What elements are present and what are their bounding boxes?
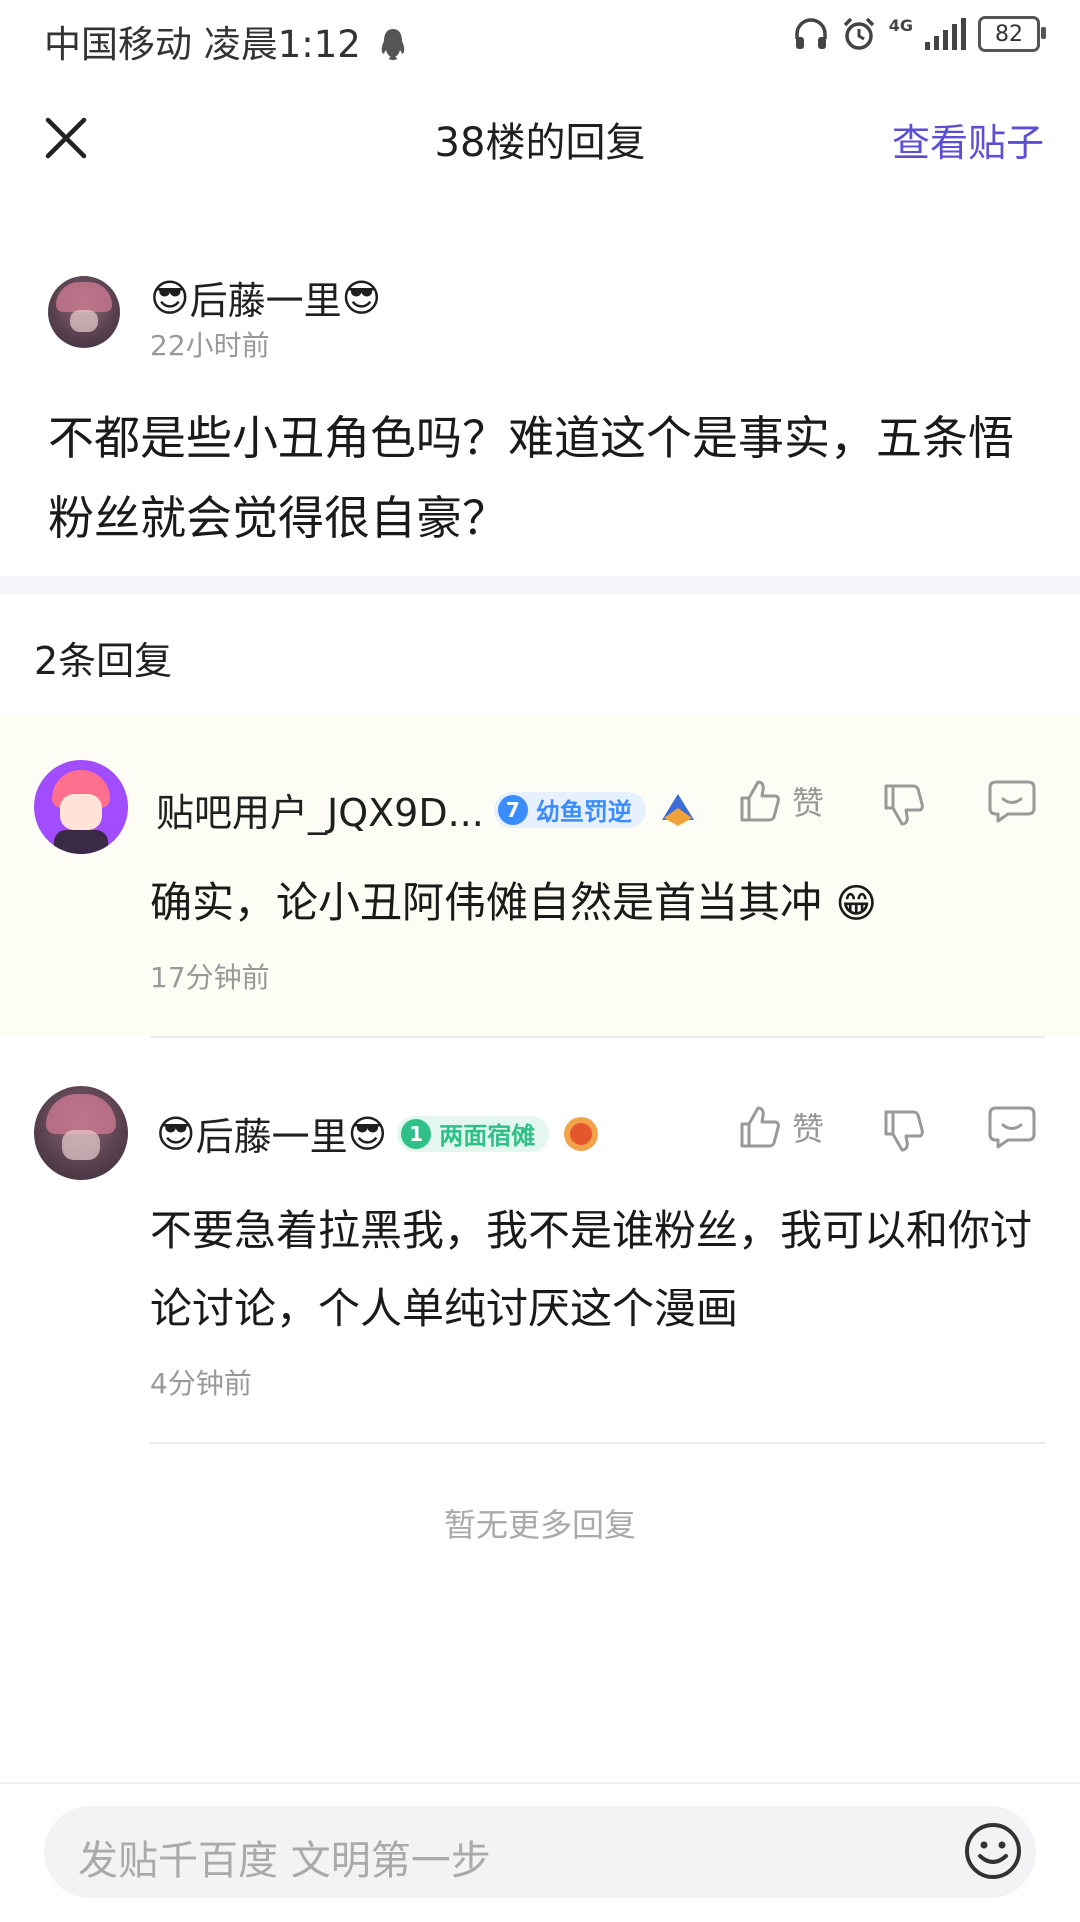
battery-icon: 82 xyxy=(978,16,1046,52)
post-author[interactable]: 😎 后藤一里 😎 xyxy=(150,270,381,325)
post-body: 不都是些小丑角色吗？难道这个是事实，五条悟粉丝就会觉得很自豪？ xyxy=(48,411,1014,545)
reply-author[interactable]: 😎 后藤一里 😎 1 两面宿傩 xyxy=(156,1106,601,1161)
like-button[interactable]: 赞 xyxy=(736,778,824,824)
reply-separator xyxy=(150,1442,1046,1444)
status-icons: 4G 82 xyxy=(793,16,1046,52)
emoji-icon[interactable] xyxy=(964,1822,1022,1880)
signal-icon xyxy=(925,18,966,50)
reply-count: 2条回复 xyxy=(34,639,173,683)
reply-time: 4分钟前 xyxy=(150,1367,252,1400)
avatar[interactable] xyxy=(48,276,120,348)
comment-icon[interactable] xyxy=(988,778,1036,824)
carrier-time: 中国移动 凌晨1:12 xyxy=(44,14,407,68)
level-badge[interactable]: 7 幼鱼罚逆 xyxy=(493,791,646,828)
headphones-icon xyxy=(794,18,827,49)
post-time: 22小时前 xyxy=(150,329,270,362)
level-number: 7 xyxy=(497,794,528,825)
like-button[interactable]: 赞 xyxy=(736,1104,824,1150)
sunglasses-emoji-icon: 😎 xyxy=(341,275,382,320)
rank-icon xyxy=(564,1116,599,1151)
reply-input-placeholder: 发贴千百度 文明第一步 xyxy=(78,1838,491,1884)
reply-separator xyxy=(150,1036,1046,1038)
network-type: 4G xyxy=(888,16,913,35)
badge-label: 两面宿傩 xyxy=(439,1122,536,1150)
reply-author[interactable]: 贴吧用户_JQX9D... 7 幼鱼罚逆 xyxy=(156,782,698,837)
section-divider xyxy=(0,576,1080,594)
sunglasses-emoji-icon: 😎 xyxy=(150,275,190,320)
thumbs-down-icon[interactable] xyxy=(880,782,926,828)
reply-text: 不要急着拉黑我，我不是谁粉丝，我可以和你讨论讨论，个人单纯讨厌这个漫画 xyxy=(150,1206,1033,1333)
reply-time: 17分钟前 xyxy=(150,961,270,994)
level-badge[interactable]: 1 两面宿傩 xyxy=(397,1115,550,1152)
sunglasses-emoji-icon: 😎 xyxy=(347,1111,388,1156)
badge-label: 幼鱼罚逆 xyxy=(535,798,632,826)
avatar[interactable] xyxy=(34,760,128,854)
view-post-link[interactable]: 查看贴子 xyxy=(892,112,1044,167)
grin-emoji-icon: 😁 xyxy=(835,881,878,927)
thumbs-up-icon xyxy=(740,780,780,822)
level-number: 1 xyxy=(401,1118,432,1149)
thumbs-down-icon[interactable] xyxy=(880,1108,926,1154)
avatar[interactable] xyxy=(34,1086,128,1180)
qq-icon xyxy=(381,29,404,60)
reply-text: 确实，论小丑阿伟傩自然是首当其冲 😁 xyxy=(150,878,878,927)
rank-icon xyxy=(661,793,694,826)
status-bar: 中国移动 凌晨1:12 4G 82 xyxy=(0,0,1080,76)
no-more-replies: 暂无更多回复 xyxy=(443,1506,636,1544)
sunglasses-emoji-icon: 😎 xyxy=(156,1111,196,1156)
thumbs-up-icon xyxy=(740,1106,780,1148)
alarm-icon xyxy=(843,17,874,50)
battery-level: 82 xyxy=(995,21,1023,47)
comment-icon[interactable] xyxy=(988,1104,1036,1150)
